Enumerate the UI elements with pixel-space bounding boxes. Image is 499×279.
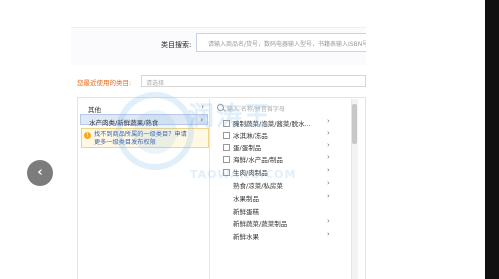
chevron-left-icon[interactable]: ‹ <box>27 160 53 186</box>
watermark-text: 润涛王 <box>188 102 273 132</box>
level2-item-label: 新鲜水果 <box>233 233 259 241</box>
level2-item[interactable]: 新鲜蛋糕 <box>231 205 335 216</box>
chevron-right-icon: › <box>327 230 330 238</box>
warning-icon: ! <box>84 132 91 139</box>
level2-item-label: 新鲜蔬菜/蔬菜制品 <box>233 220 288 228</box>
chevron-right-icon: › <box>327 117 330 125</box>
chevron-right-icon: › <box>327 166 330 174</box>
level2-item[interactable]: 新鲜蔬菜/蔬菜制品 › <box>231 217 335 228</box>
watermark-subtext: TAOWANG.COM <box>190 168 297 181</box>
level2-item[interactable]: 蛋/蛋制品 › <box>223 141 335 152</box>
chevron-right-icon: › <box>327 179 330 187</box>
chevron-right-icon: › <box>327 129 330 137</box>
recent-categories-select[interactable]: 请选择 <box>141 75 366 87</box>
viewer-edge <box>485 0 499 279</box>
category-square-icon <box>223 132 230 139</box>
chevron-right-icon: › <box>327 192 330 200</box>
level1-item-label: 其他 <box>88 106 101 114</box>
level2-item[interactable]: 海鲜/水产品/制品 › <box>223 153 335 164</box>
chevron-right-icon: › <box>327 141 330 149</box>
chevron-right-icon: › <box>327 217 330 225</box>
category-square-icon <box>223 156 230 163</box>
level2-item-label: 新鲜蛋糕 <box>233 208 259 216</box>
level2-item-label: 水果制品 <box>233 195 259 203</box>
scrollbar-thumb[interactable] <box>352 104 357 144</box>
recent-categories-label: 您最近使用的类目: <box>77 79 132 87</box>
category-search-label: 类目搜索: <box>161 41 192 49</box>
level2-item-label: 蛋/蛋制品 <box>233 144 262 152</box>
level2-item-label: 冰淇淋/冻品 <box>233 132 268 140</box>
level2-item-label: 海鲜/水产品/制品 <box>233 156 283 164</box>
level2-item[interactable]: 水果制品 › <box>231 192 335 203</box>
category-square-icon <box>223 144 230 151</box>
level2-item-label: 熟食/凉菜/私房菜 <box>233 182 283 190</box>
level2-item[interactable]: 新鲜水果 › <box>231 230 335 241</box>
watermark-logo-inner <box>133 110 177 154</box>
category-search-input[interactable]: 请输入商品名/货号，数码电器输入型号，书籍表输入ISBN号 <box>196 33 366 52</box>
chevron-right-icon: › <box>327 153 330 161</box>
